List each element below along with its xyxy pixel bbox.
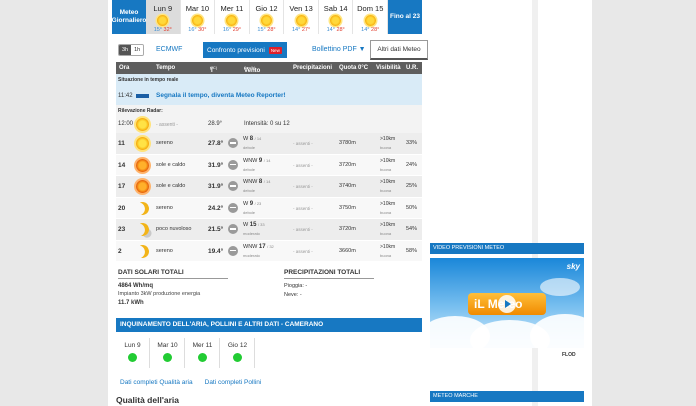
table-row: 2 sereno 19.4° WNW 17 / 32 moderato - assenti… [116,240,422,262]
forecast-rows: 11 sereno 27.8° W 8 / 14 debole - assenti -37… [116,133,422,262]
sun-icon [136,137,149,150]
interval-1h[interactable]: 1h [131,45,144,55]
video-forecast-header: VIDEO PREVISIONI METEO [430,243,584,254]
sun-icon [295,15,307,26]
new-badge: New [268,46,282,54]
moon-cloud-icon [134,221,151,238]
wind-direction-icon [228,245,238,256]
play-icon[interactable] [498,295,516,313]
pollution-day[interactable]: Mar 10 [151,338,185,368]
day-tab[interactable]: Gio 12 15° 28° [250,0,285,34]
day-tab[interactable]: Mar 10 16° 30° [181,0,216,34]
pollution-header: INQUINAMENTO DELL'ARIA, POLLINI E ALTRI … [116,318,422,332]
sun-icon [226,15,238,26]
pollution-days: Lun 9 Mar 10 Mer 11 Gio 12 [116,338,422,368]
wind-direction-icon [228,202,238,213]
hot-sun-icon [136,158,149,172]
air-quality-dot [163,353,172,362]
solar-data: DATI SOLARI TOTALI 4864 Wh/mq Impianto 3… [118,269,228,306]
wind-direction-icon [228,138,238,148]
table-row: 23 poco nuvoloso 21.5° W 15 / 33 moderato - a… [116,219,422,241]
pollen-link[interactable]: Dati completi Pollini [205,379,262,386]
air-quality-link[interactable]: Dati completi Qualità aria [120,379,193,386]
meteo-marche-header: METEO MARCHE [430,391,584,402]
meteo-reporter-link[interactable]: Segnala il tempo, diventa Meteo Reporter… [156,92,286,99]
air-quality-dot [128,353,137,362]
day-tab[interactable]: Mer 11 16° 29° [215,0,250,34]
wind-direction-icon [228,159,238,170]
until-23-button[interactable]: Fino al 23 [388,0,422,34]
moon-icon [134,200,151,217]
sun-icon [157,15,169,26]
day-tab[interactable]: Lun 9 15° 32° [146,0,181,34]
air-quality-dot [198,353,207,362]
table-row: 17 sole e caldo 31.9° WNW 8 / 14 debole - ass… [116,176,422,198]
hot-sun-icon [136,180,149,193]
sun-icon [261,15,273,26]
pollution-day[interactable]: Lun 9 [116,338,150,368]
toolbar: 3h 1h ECMWF Confronto previsioni New Bol… [116,40,428,60]
interval-3h[interactable]: 3h [119,45,132,55]
realtime-section: Situazione in tempo reale 11:42 Segnala … [116,74,422,105]
other-data-tab[interactable]: Altri dati Meteo [370,40,428,60]
day-strip: Lun 9 15° 32° Mar 10 16° 30° Mer 11 16° … [146,0,389,34]
pollution-day[interactable]: Mer 11 [186,338,220,368]
day-tab[interactable]: Sab 14 14° 28° [319,0,354,34]
forecast-table: Ora Tempo T (°C) Vento (km/h) Precipitaz… [116,62,422,262]
model-link[interactable]: ECMWF [156,46,182,53]
sun-icon [330,15,342,26]
air-quality-dot [233,353,242,362]
day-tab[interactable]: Dom 15 14° 28° [353,0,389,34]
sun-icon [364,15,376,26]
sun-icon [136,118,149,131]
air-quality-title: Qualità dell'aria [116,395,179,405]
moon-icon [134,243,151,260]
table-header: Ora Tempo T (°C) Vento (km/h) Precipitaz… [116,62,422,74]
table-row: 11 sereno 27.8° W 8 / 14 debole - assenti -37… [116,133,422,155]
flod-logo: FLOD [562,352,576,358]
table-row: 14 sole e caldo 31.9° WNW 9 / 14 debole - ass… [116,154,422,176]
radar-section: Rilevazione Radar: 12:00 - assenti - 28.… [116,105,422,133]
pdf-bulletin-link[interactable]: Bollettino PDF ▼ [312,46,366,53]
pollution-links: Dati completi Qualità aria Dati completi… [120,379,261,386]
compare-button[interactable]: Confronto previsioni New [203,42,287,58]
wind-direction-icon [228,224,238,234]
pollution-day[interactable]: Gio 12 [221,338,255,368]
video-player[interactable]: sky iL Meteo [430,258,584,348]
interval-toggle: 3h 1h [118,44,145,56]
daily-forecast-button[interactable]: Meteo Giornaliero [112,0,146,34]
sky-logo: sky [566,262,580,271]
reporter-icon [136,94,149,98]
day-tab[interactable]: Ven 13 14° 27° [284,0,319,34]
wind-direction-icon [228,181,238,191]
sun-icon [191,15,203,26]
table-row: 20 sereno 24.2° W 9 / 23 debole - assenti -37… [116,197,422,219]
precip-totals: PRECIPITAZIONI TOTALI Pioggia: - Neve: - [284,269,374,298]
